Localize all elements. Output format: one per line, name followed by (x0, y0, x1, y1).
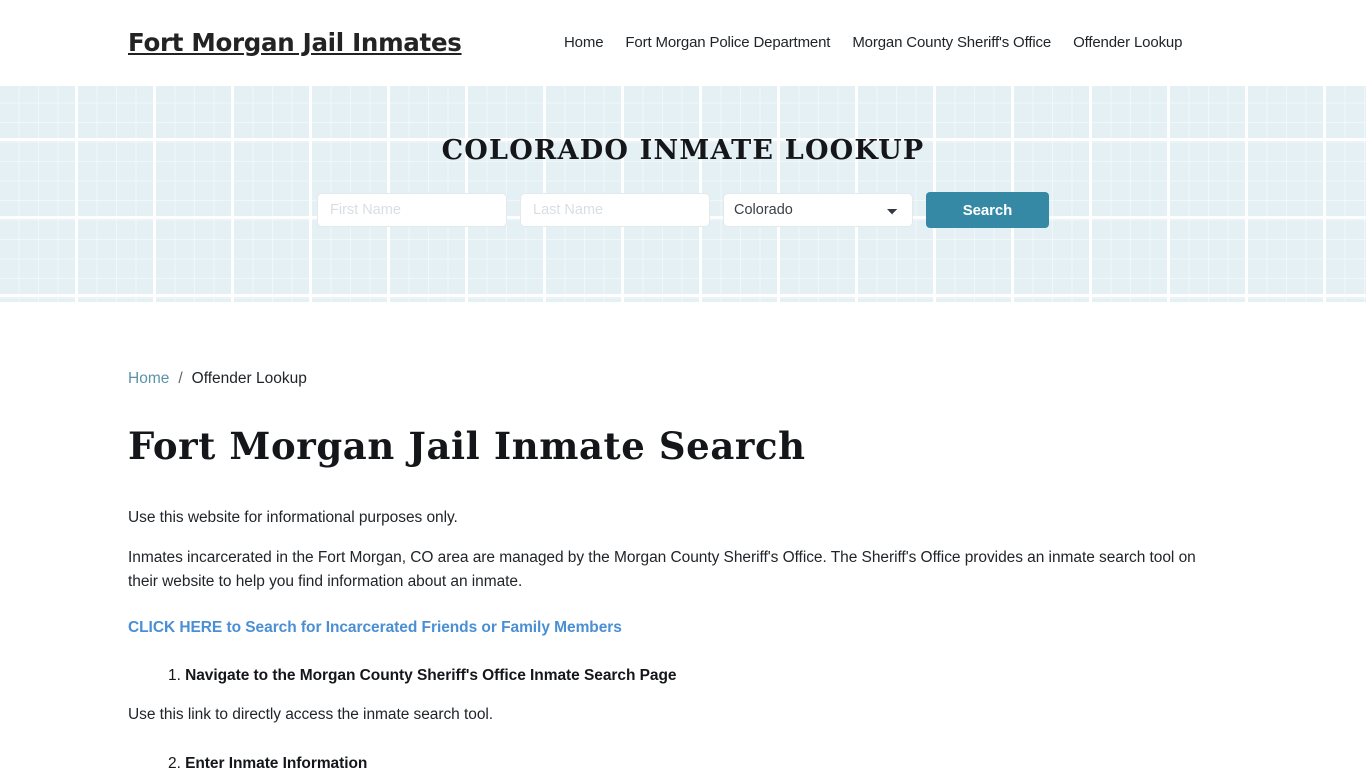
step-number: 1. (168, 666, 181, 684)
nav-item-home[interactable]: Home (564, 33, 604, 53)
step-label: Enter Inmate Information (185, 754, 368, 768)
breadcrumb: Home / Offender Lookup (128, 302, 1238, 389)
steps-list: 1. Navigate to the Morgan County Sheriff… (128, 639, 1238, 687)
site-logo[interactable]: Fort Morgan Jail Inmates (128, 30, 462, 56)
breadcrumb-item-home[interactable]: Home (128, 369, 169, 389)
search-button[interactable]: Search (926, 192, 1049, 229)
nav-item-offender-lookup[interactable]: Offender Lookup (1073, 33, 1182, 53)
step-label: Navigate to the Morgan County Sheriff's … (185, 666, 677, 684)
list-item: 2. Enter Inmate Information (128, 727, 1238, 768)
managed-by-paragraph: Inmates incarcerated in the Fort Morgan,… (128, 548, 1196, 590)
state-select[interactable]: Colorado (723, 193, 913, 228)
nav-item-fort-morgan-police-department[interactable]: Fort Morgan Police Department (625, 33, 830, 53)
last-name-input[interactable] (520, 193, 710, 228)
hero-search-section: COLORADO INMATE LOOKUP Colorado Search (0, 86, 1366, 302)
hero-title: COLORADO INMATE LOOKUP (441, 135, 925, 166)
intro-paragraph: Use this website for informational purpo… (128, 508, 458, 526)
nav-item-morgan-county-sheriffs-office[interactable]: Morgan County Sheriff's Office (852, 33, 1051, 53)
breadcrumb-item-current: Offender Lookup (191, 370, 307, 387)
main-navigation: Home Fort Morgan Police Department Morga… (564, 33, 1182, 53)
main-content: Home / Offender Lookup Fort Morgan Jail … (0, 302, 1366, 768)
list-item: 1. Navigate to the Morgan County Sheriff… (128, 639, 1238, 687)
first-name-input[interactable] (317, 193, 507, 228)
use-link-paragraph: Use this link to directly access the inm… (128, 705, 494, 723)
breadcrumb-separator: / (178, 370, 183, 387)
steps-list-continued: 2. Enter Inmate Information (128, 727, 1238, 768)
cta-search-link[interactable]: CLICK HERE to Search for Incarcerated Fr… (128, 594, 622, 639)
step-number: 2. (168, 754, 181, 768)
page-title: Fort Morgan Jail Inmate Search (128, 424, 806, 468)
inmate-search-form: Colorado Search (0, 192, 1366, 229)
site-header: Fort Morgan Jail Inmates Home Fort Morga… (0, 0, 1366, 86)
